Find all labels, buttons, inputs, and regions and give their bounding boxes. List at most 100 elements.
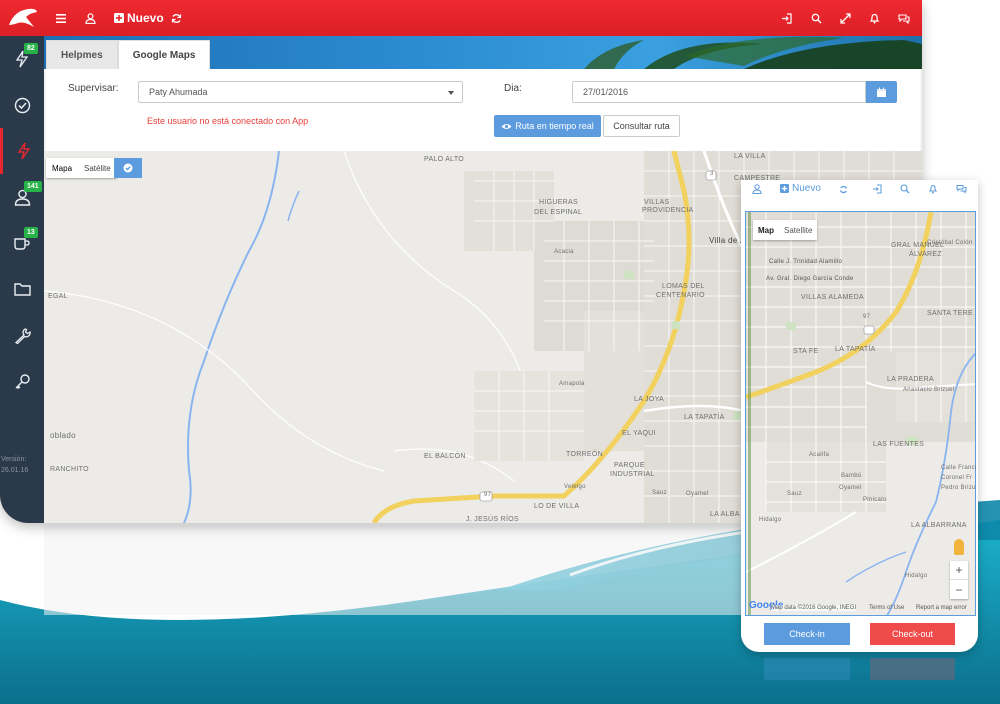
map-label: Acacia — [554, 249, 574, 255]
sidebar-item-tasks[interactable] — [0, 82, 44, 128]
refresh-icon[interactable] — [839, 185, 848, 194]
map-label: oblado — [50, 431, 76, 440]
bolt-icon — [17, 142, 30, 160]
mobile-top-bar: Nuevo — [741, 180, 978, 210]
map-type-control: Mapa Satélite — [46, 158, 117, 178]
version-value: 26.01.16 — [1, 467, 29, 474]
mobile-map-label: STA FE — [793, 348, 819, 355]
map-label: TORREÓN — [566, 451, 603, 458]
mobile-map-type-control: Map Satellite — [753, 220, 818, 240]
new-button[interactable]: Nuevo — [114, 0, 164, 36]
map-label: LA VILLA — [734, 153, 766, 160]
mobile-map-label: Av. Gral. Diego García Conde — [766, 276, 854, 282]
map-label: EL YAQUI — [622, 430, 656, 437]
chat-icon[interactable] — [898, 0, 910, 36]
sidebar-item-files[interactable] — [0, 266, 44, 312]
mobile-map-label: Coronel Fr — [941, 475, 973, 481]
map-label: LOMAS DEL — [662, 283, 705, 290]
realtime-route-label: Ruta en tiempo real — [515, 121, 594, 131]
sidebar-item-access[interactable] — [0, 358, 44, 404]
menu-icon[interactable] — [56, 0, 66, 36]
mobile-map-label: Calle Franci — [941, 465, 977, 471]
sidebar-item-routes[interactable] — [0, 128, 44, 174]
date-input[interactable]: 27/01/2016 — [572, 81, 866, 103]
map-label: DEL ESPINAL — [534, 209, 583, 216]
sidebar-item-users[interactable]: 141 — [0, 174, 44, 220]
tab-google-maps[interactable]: Google Maps — [117, 40, 211, 69]
realtime-route-button[interactable]: Ruta en tiempo real — [494, 115, 601, 137]
mobile-map-label: Cristóbal Colón — [927, 240, 973, 246]
check-circle-icon — [123, 163, 133, 173]
mobile-map-label: Sauz — [787, 491, 802, 497]
bell-icon[interactable] — [928, 184, 938, 194]
zoom-control: + − — [950, 561, 968, 599]
calendar-icon — [877, 87, 886, 97]
check-circle-icon — [14, 97, 30, 113]
map-type-map-button[interactable]: Mapa — [46, 158, 78, 178]
map-label: Oyamel — [686, 491, 709, 497]
report-map-error-link[interactable]: Report a map error — [916, 605, 967, 611]
map-label: CENTENARIO — [656, 292, 705, 299]
mobile-map-label: Calle J. Trinidad Alamillo — [769, 259, 843, 265]
map-label: PROVIDENCIA — [642, 207, 694, 214]
map-label: HIGUERAS — [539, 199, 578, 206]
mobile-map-view[interactable] — [745, 211, 976, 616]
map-label: VILLAS — [644, 199, 670, 206]
calendar-button[interactable] — [866, 81, 897, 103]
key-icon — [15, 373, 30, 389]
expand-icon[interactable] — [840, 0, 851, 36]
mobile-map-label: LA ALBARRANA — [911, 522, 967, 529]
check-in-button[interactable]: Check-in — [764, 623, 850, 645]
user-icon[interactable] — [85, 0, 96, 36]
day-label: Dia: — [504, 83, 522, 94]
check-out-button[interactable]: Check-out — [870, 623, 955, 645]
map-label: EL BALCÓN — [424, 453, 466, 460]
zoom-in-button[interactable]: + — [950, 561, 968, 580]
map-label: Sauz — [652, 490, 667, 496]
consult-route-button[interactable]: Consultar ruta — [603, 115, 680, 137]
stage: Nuevo 82 141 13 Versión: 26.01.16 Helpme… — [0, 0, 1000, 704]
street-view-pegman-icon[interactable] — [954, 539, 964, 555]
sign-in-icon[interactable] — [872, 184, 882, 194]
folder-icon — [13, 283, 31, 296]
map-type-satellite-button[interactable]: Satélite — [78, 158, 117, 178]
mobile-map-label: LA PRADERA — [887, 376, 934, 383]
top-bar: Nuevo — [0, 0, 922, 36]
mobile-map-canvas — [746, 212, 975, 615]
eye-icon — [501, 123, 512, 129]
mobile-new-button[interactable]: Nuevo — [780, 183, 821, 194]
user-icon[interactable] — [752, 184, 762, 194]
terms-link[interactable]: Terms of Use — [869, 605, 904, 611]
search-icon[interactable] — [900, 184, 910, 194]
sidebar-item-breaks[interactable]: 13 — [0, 220, 44, 266]
map-label: LA ALBA — [710, 511, 740, 518]
mobile-map-label: LAS FUENTES — [873, 441, 925, 448]
map-label: LA TAPATÍA — [684, 414, 725, 421]
chat-icon[interactable] — [956, 184, 967, 194]
mobile-map-type-satellite-button[interactable]: Satellite — [779, 220, 817, 240]
supervisor-select[interactable]: Paty Ahumada — [138, 81, 463, 103]
new-button-label: Nuevo — [127, 11, 164, 25]
search-icon[interactable] — [811, 0, 822, 36]
refresh-icon[interactable] — [171, 0, 182, 36]
map-label: Amapola — [559, 381, 585, 387]
mobile-map-label: SANTA TERE — [927, 310, 973, 317]
map-label: INDUSTRIAL — [610, 471, 655, 478]
mobile-route-shield-label: 97 — [863, 314, 871, 320]
sidebar-item-activity[interactable]: 82 — [0, 36, 44, 82]
map-confirm-button[interactable] — [114, 158, 142, 178]
mobile-map-label: Acalifa — [809, 452, 830, 458]
supervisor-label: Supervisar: — [68, 83, 119, 94]
map-label: LO DE VILLA — [534, 503, 580, 510]
sidebar-badge: 13 — [24, 227, 38, 238]
map-label: PARQUE — [614, 462, 645, 469]
sidebar-item-settings[interactable] — [0, 312, 44, 358]
sign-in-icon[interactable] — [781, 0, 792, 36]
zoom-out-button[interactable]: − — [950, 580, 968, 599]
bell-icon[interactable] — [869, 0, 880, 36]
tab-helpmes[interactable]: Helpmes — [46, 40, 118, 69]
map-label: EGAL — [48, 293, 68, 300]
route-filter-panel: Supervisar: Paty Ahumada Este usuario no… — [46, 69, 920, 151]
sidebar-badge: 141 — [24, 181, 42, 192]
mobile-map-type-map-button[interactable]: Map — [753, 220, 779, 240]
